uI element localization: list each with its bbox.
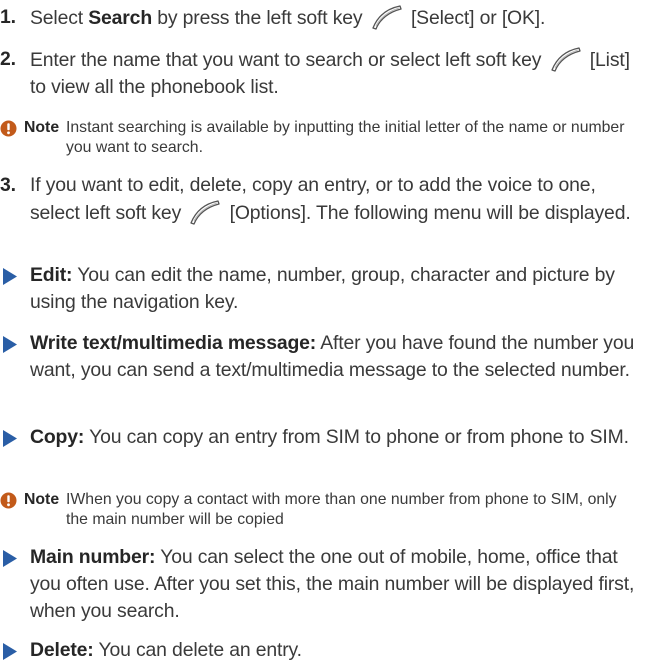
menu-item-main-number: Main number: You can select the one out … [0,544,640,625]
note-2: Note IWhen you copy a contact with more … [0,490,638,530]
triangle-bullet-icon [2,550,17,567]
step-text: Enter the name that you want to search o… [30,46,640,101]
step-3: 3. If you want to edit, delete, copy an … [0,172,640,227]
menu-item-title: Delete: [30,639,94,661]
search-keyword: Search [88,7,153,29]
step-text: If you want to edit, delete, copy an ent… [30,174,631,225]
menu-item-title: Write text/multimedia message: [30,332,317,354]
note-label: Note [24,119,60,136]
step-number: 1. [0,6,16,28]
menu-item-copy: Copy: You can copy an entry from SIM to … [0,424,640,451]
step-number: 2. [0,48,16,70]
note-label: Note [24,491,60,508]
triangle-bullet-icon [2,336,17,353]
note-info-icon [0,120,17,137]
manual-page: 1. Select Search by press the left soft … [0,0,646,666]
note-text: Instant searching is available by inputt… [66,119,625,156]
menu-item-desc: You can edit the name, number, group, ch… [30,264,615,313]
step-1: 1. Select Search by press the left soft … [0,4,640,32]
menu-item-desc: You can copy an entry from SIM to phone … [84,426,629,448]
menu-item-title: Edit: [30,264,73,286]
menu-item-edit: Edit: You can edit the name, number, gro… [0,262,640,316]
left-soft-key-icon [188,199,222,225]
menu-item-title: Main number: [30,546,156,568]
menu-item-desc: You can delete an entry. [93,639,302,661]
menu-item-delete: Delete: You can delete an entry. [0,637,640,664]
menu-item-write-message: Write text/multimedia message: After you… [0,330,640,384]
step-number: 3. [0,174,16,196]
note-1: Note Instant searching is available by i… [0,118,638,158]
note-info-icon [0,492,17,509]
left-soft-key-icon [549,46,583,72]
note-text: IWhen you copy a contact with more than … [66,491,617,528]
left-soft-key-icon [370,4,404,30]
triangle-bullet-icon [2,643,17,660]
triangle-bullet-icon [2,430,17,447]
menu-item-title: Copy: [30,426,85,448]
step-2: 2. Enter the name that you want to searc… [0,46,640,101]
triangle-bullet-icon [2,268,17,285]
step-text: Select Search by press the left soft key… [30,4,640,32]
